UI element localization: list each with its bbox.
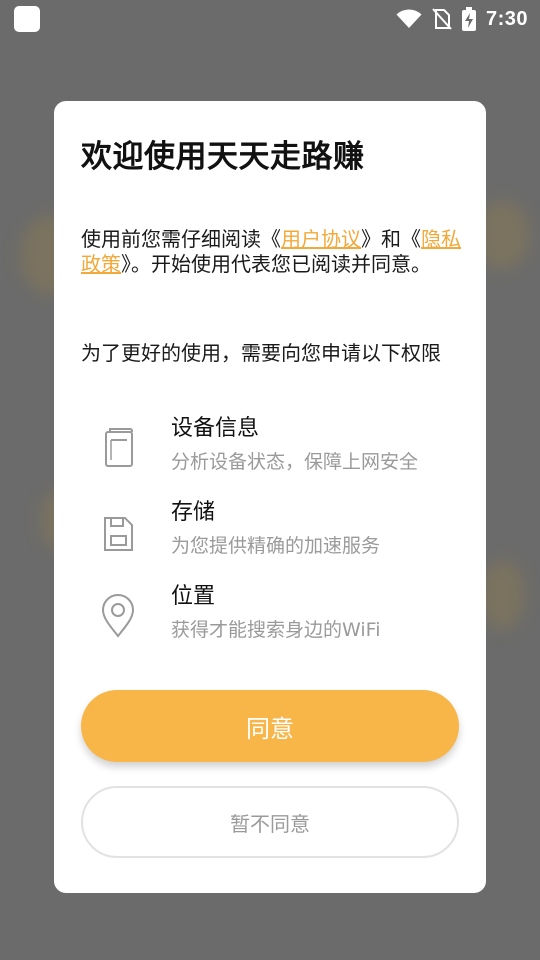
permission-item-device: 设备信息 分析设备状态，保障上网安全: [94, 414, 464, 484]
screen: 7:30 欢迎使用天天走路赚 使用前您需仔细阅读《用户协议》和《隐私政策》。开始…: [0, 0, 540, 960]
permission-item-storage: 存储 为您提供精确的加速服务: [94, 498, 464, 568]
disagree-button[interactable]: 暂不同意: [81, 786, 459, 858]
permission-title: 设备信息: [171, 416, 260, 441]
intro-suffix: 》。开始使用代表您已阅读并同意。: [121, 252, 431, 276]
permission-title: 位置: [171, 584, 216, 609]
wifi-icon: [396, 9, 422, 28]
dialog-title: 欢迎使用天天走路赚: [81, 139, 365, 175]
permission-dialog: 欢迎使用天天走路赚 使用前您需仔细阅读《用户协议》和《隐私政策》。开始使用代表您…: [54, 101, 486, 893]
permission-description: 为您提供精确的加速服务: [171, 535, 381, 557]
status-bar: 7:30: [0, 0, 540, 38]
permissions-heading: 为了更好的使用，需要向您申请以下权限: [81, 341, 441, 365]
no-sim-icon: [432, 8, 452, 30]
permission-title: 存储: [171, 500, 216, 525]
intro-prefix: 使用前您需仔细阅读《: [81, 227, 281, 251]
status-time: 7:30: [485, 7, 528, 30]
agree-button[interactable]: 同意: [81, 690, 459, 762]
device-icon: [105, 428, 133, 467]
user-agreement-link[interactable]: 用户协议: [281, 227, 361, 251]
battery-charging-icon: [461, 7, 476, 31]
background-blur: [480, 560, 525, 630]
app-icon: [14, 6, 40, 32]
intro-middle: 》和《: [361, 227, 421, 251]
location-pin-icon: [101, 594, 135, 638]
storage-icon: [104, 517, 133, 551]
permission-description: 分析设备状态，保障上网安全: [171, 451, 419, 473]
permission-item-location: 位置 获得才能搜索身边的WiFi: [94, 582, 464, 652]
intro-text: 使用前您需仔细阅读《用户协议》和《隐私政策》。开始使用代表您已阅读并同意。: [81, 227, 461, 277]
permission-description: 获得才能搜索身边的WiFi: [171, 619, 381, 641]
